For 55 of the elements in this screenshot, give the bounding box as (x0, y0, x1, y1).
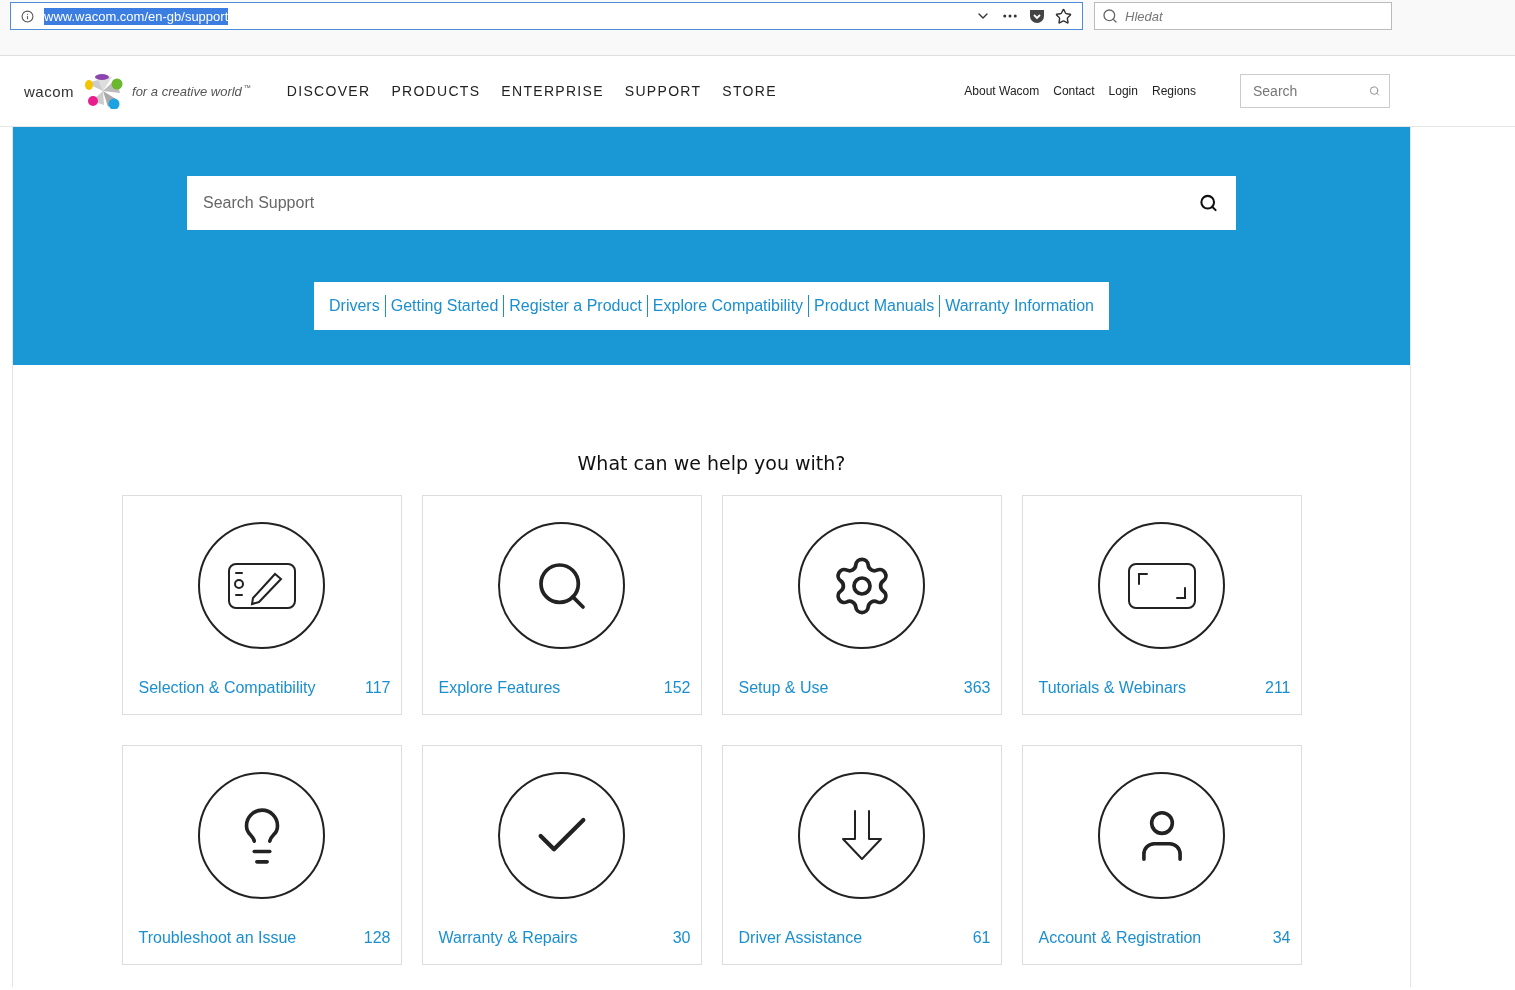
tagline: for a creative world$^{™}$ (132, 83, 251, 99)
header-search-field[interactable]: Search (1240, 74, 1390, 108)
quick-link[interactable]: Explore Compatibility (646, 295, 809, 317)
category-label: Account & Registration (1038, 929, 1202, 947)
logo-wordmark[interactable]: wacom (24, 82, 74, 100)
article-count: 152 (663, 679, 691, 697)
logo-icon (82, 73, 124, 109)
category-card[interactable]: Warranty & Repairs 30 (421, 745, 702, 965)
article-count: 211 (1265, 679, 1291, 697)
category-card[interactable]: Explore Features 152 (421, 495, 702, 715)
quick-link[interactable]: Product Manuals (808, 295, 940, 317)
bookmark-star-icon[interactable] (1055, 7, 1072, 25)
search-icon (1102, 8, 1118, 24)
nav-link[interactable]: STORE (722, 83, 777, 99)
browser-search-field[interactable]: Hledat (1094, 2, 1392, 30)
nav-link[interactable]: PRODUCTS (391, 83, 481, 99)
article-count: 61 (972, 929, 991, 947)
category-label: Tutorials & Webinars (1038, 679, 1187, 697)
article-count: 30 (672, 929, 691, 947)
category-card[interactable]: Setup & Use 363 (721, 495, 1002, 715)
section-heading: What can we help you with? (577, 452, 846, 474)
quick-link[interactable]: Getting Started (384, 295, 504, 317)
nav-link[interactable]: SUPPORT (624, 83, 702, 99)
utility-link[interactable]: About Wacom (964, 84, 1040, 98)
category-label: Troubleshoot an Issue (138, 929, 297, 947)
nav-link[interactable]: ENTERPRISE (501, 83, 604, 99)
support-search-field[interactable]: Search Support (187, 176, 1236, 230)
utility-link[interactable]: Contact (1053, 84, 1095, 98)
url-bar[interactable]: www.wacom.com/en-gb/support (10, 2, 1083, 30)
category-card[interactable]: Troubleshoot an Issue 128 (121, 745, 402, 965)
category-card[interactable]: Account & Registration 34 (1021, 745, 1302, 965)
url-text: www.wacom.com/en-gb/support (44, 7, 229, 25)
quick-link[interactable]: Warranty Information (939, 295, 1099, 317)
nav-link[interactable]: DISCOVER (286, 83, 371, 99)
article-count: 117 (365, 679, 391, 697)
utility-link[interactable]: Regions (1151, 84, 1196, 98)
category-label: Selection & Compatibility (138, 679, 316, 697)
tablet-pen-icon (226, 561, 297, 610)
category-card[interactable]: Tutorials & Webinars 211 (1021, 495, 1302, 715)
pocket-icon[interactable] (1029, 8, 1045, 24)
category-label: Setup & Use (738, 679, 829, 697)
info-icon[interactable] (21, 9, 34, 23)
category-card[interactable]: Driver Assistance 61 (721, 745, 1002, 965)
category-label: Driver Assistance (738, 929, 863, 947)
category-label: Explore Features (438, 679, 561, 697)
search-icon[interactable] (1199, 193, 1218, 213)
category-label: Warranty & Repairs (438, 929, 578, 947)
quick-link[interactable]: Drivers (324, 295, 385, 317)
screen-frame-icon (1126, 561, 1197, 610)
article-count: 128 (363, 929, 391, 947)
article-count: 363 (963, 679, 991, 697)
quick-link[interactable]: Register a Product (503, 295, 647, 317)
category-card[interactable]: Selection & Compatibility 117 (121, 495, 402, 715)
utility-link[interactable]: Login (1108, 84, 1138, 98)
article-count: 34 (1272, 929, 1291, 947)
